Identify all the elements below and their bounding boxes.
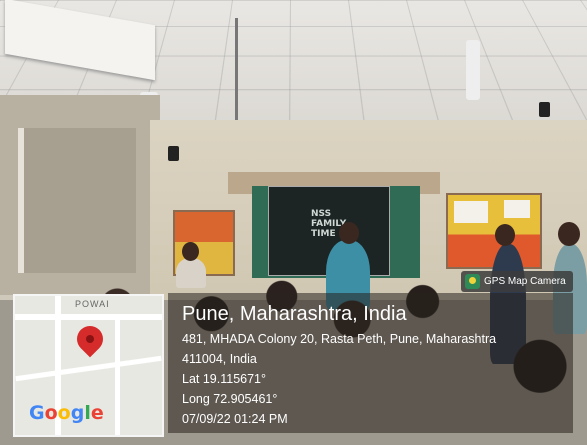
google-logo: Google	[29, 402, 104, 424]
map-pin-icon	[71, 320, 109, 358]
person-head	[495, 224, 515, 246]
person-head	[558, 222, 580, 246]
map-street-label: POWAI	[75, 299, 110, 309]
longitude: Long 72.905461°	[182, 392, 278, 406]
ceiling-fan	[466, 40, 480, 100]
location-title: Pune, Maharashtra, India	[182, 303, 407, 325]
map-thumbnail: POWAI Google	[13, 294, 164, 437]
address-line-2: 411004, India	[182, 352, 257, 366]
screen-text-line: NSS	[311, 209, 332, 219]
speaker	[168, 146, 179, 161]
badge-label: GPS Map Camera	[484, 276, 566, 287]
window-curtain	[18, 128, 136, 273]
person-head	[182, 242, 199, 261]
gps-map-camera-badge: GPS Map Camera	[461, 271, 573, 292]
speaker	[539, 102, 550, 117]
gps-map-camera-icon	[465, 274, 480, 289]
projector-mount	[235, 18, 238, 124]
notice-board-right	[446, 193, 542, 269]
latitude: Lat 19.115671°	[182, 372, 267, 386]
address-line-1: 481, MHADA Colony 20, Rasta Peth, Pune, …	[182, 332, 497, 346]
person-head	[339, 222, 359, 244]
datetime: 07/09/22 01:24 PM	[182, 412, 288, 426]
